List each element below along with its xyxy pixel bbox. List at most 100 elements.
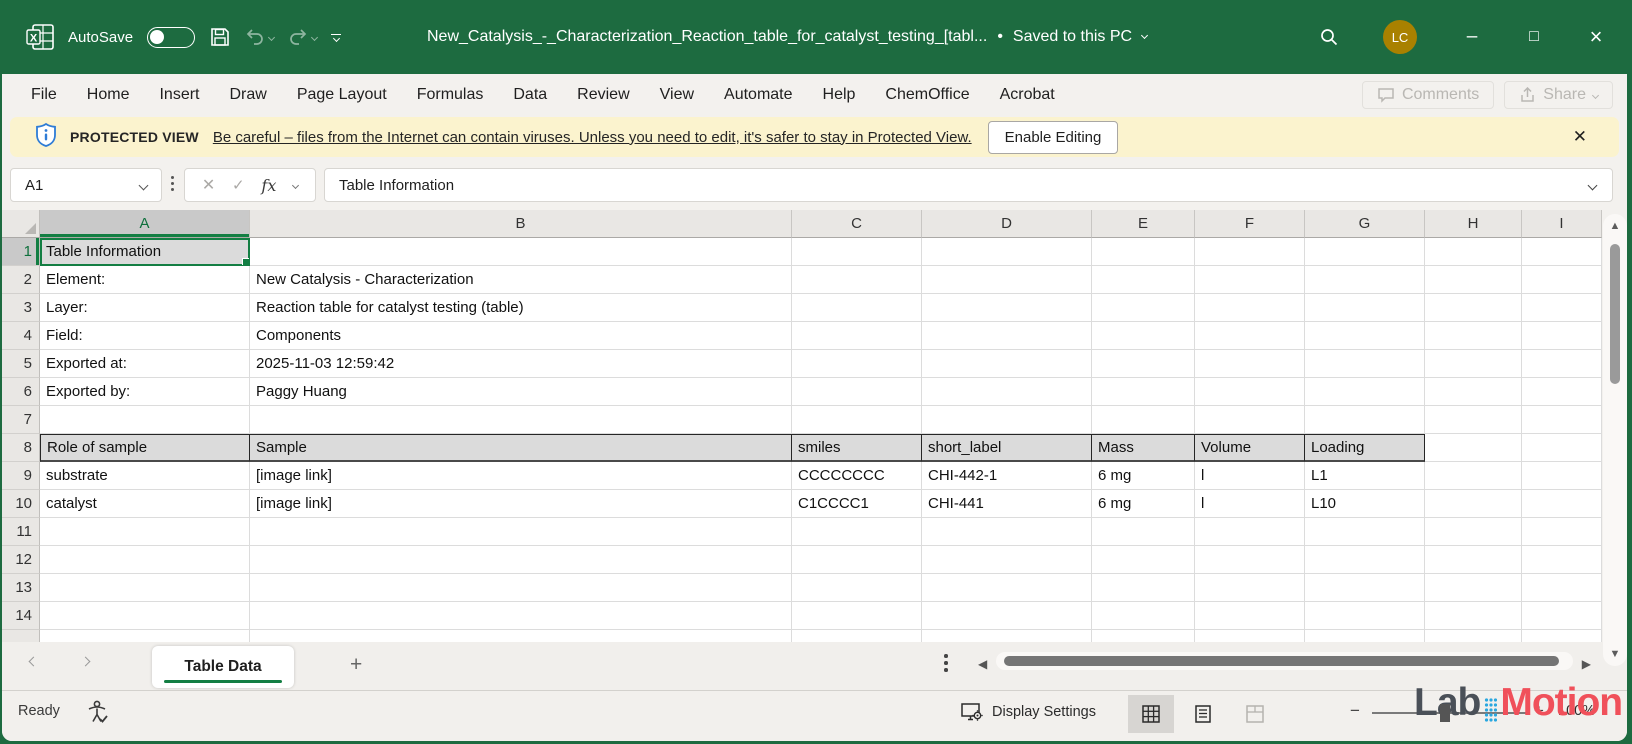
cell-F3[interactable] [1195, 294, 1305, 322]
row-header-13[interactable]: 13 [2, 574, 40, 602]
cell-B4[interactable]: Components [250, 322, 792, 350]
cell-D13[interactable] [922, 574, 1092, 602]
menu-tab-page-layout[interactable]: Page Layout [282, 74, 402, 116]
cell-H8[interactable] [1425, 434, 1522, 462]
cell-G3[interactable] [1305, 294, 1425, 322]
cell-G13[interactable] [1305, 574, 1425, 602]
cell-A8[interactable]: Role of sample [40, 434, 250, 462]
name-box-chevron-icon[interactable] [138, 180, 149, 190]
cell-E7[interactable] [1092, 406, 1195, 434]
hscroll-right-icon[interactable]: ▶ [1582, 657, 1591, 671]
cell-H13[interactable] [1425, 574, 1522, 602]
cell-H4[interactable] [1425, 322, 1522, 350]
cell-C13[interactable] [792, 574, 922, 602]
column-header-A[interactable]: A [40, 210, 250, 238]
cell-G2[interactable] [1305, 266, 1425, 294]
cell-I5[interactable] [1522, 350, 1602, 378]
row-header-1[interactable]: 1 [2, 238, 40, 266]
zoom-out-button[interactable]: − [1350, 701, 1360, 721]
comments-button[interactable]: Comments [1361, 81, 1495, 109]
cell-I4[interactable] [1522, 322, 1602, 350]
protected-view-link[interactable]: Be careful – files from the Internet can… [213, 129, 972, 146]
share-button[interactable]: Share [1504, 81, 1613, 109]
menu-tab-help[interactable]: Help [808, 74, 871, 116]
cell-H5[interactable] [1425, 350, 1522, 378]
cell-I[interactable] [1522, 630, 1602, 642]
cell-D1[interactable] [922, 238, 1092, 266]
cell-E9[interactable]: 6 mg [1092, 462, 1195, 490]
hscroll-left-icon[interactable]: ◀ [978, 657, 987, 671]
cell-G7[interactable] [1305, 406, 1425, 434]
cell-E13[interactable] [1092, 574, 1195, 602]
cell-A7[interactable] [40, 406, 250, 434]
menu-tab-review[interactable]: Review [562, 74, 644, 116]
cell-D7[interactable] [922, 406, 1092, 434]
cell-F14[interactable] [1195, 602, 1305, 630]
cell-A4[interactable]: Field: [40, 322, 250, 350]
menu-tab-draw[interactable]: Draw [214, 74, 281, 116]
add-sheet-button[interactable]: + [350, 653, 362, 677]
banner-close-icon[interactable]: ✕ [1573, 127, 1587, 147]
cell-I9[interactable] [1522, 462, 1602, 490]
page-break-view-button[interactable] [1232, 695, 1278, 733]
cell-H2[interactable] [1425, 266, 1522, 294]
page-layout-view-button[interactable] [1180, 695, 1226, 733]
cell-H12[interactable] [1425, 546, 1522, 574]
enter-icon[interactable]: ✓ [232, 176, 245, 194]
cell-C5[interactable] [792, 350, 922, 378]
formula-expand-icon[interactable] [1587, 180, 1598, 190]
menu-tab-data[interactable]: Data [498, 74, 562, 116]
cell-B14[interactable] [250, 602, 792, 630]
cell-B1[interactable] [250, 238, 792, 266]
next-sheet-icon[interactable] [80, 656, 91, 667]
redo-button[interactable] [288, 28, 319, 46]
avatar[interactable]: LC [1383, 20, 1417, 54]
cell-A11[interactable] [40, 518, 250, 546]
cell-F[interactable] [1195, 630, 1305, 642]
cell-G8[interactable]: Loading [1305, 434, 1425, 462]
cell-I13[interactable] [1522, 574, 1602, 602]
column-header-I[interactable]: I [1522, 210, 1602, 238]
row-header-7[interactable]: 7 [2, 406, 40, 434]
cell-D4[interactable] [922, 322, 1092, 350]
cell-G[interactable] [1305, 630, 1425, 642]
cell-A6[interactable]: Exported by: [40, 378, 250, 406]
cell-B8[interactable]: Sample [250, 434, 792, 462]
cell-B3[interactable]: Reaction table for catalyst testing (tab… [250, 294, 792, 322]
display-settings-button[interactable]: Display Settings [960, 701, 1096, 723]
minimize-button[interactable]: – [1441, 0, 1503, 74]
column-header-B[interactable]: B [250, 210, 792, 238]
cell-C11[interactable] [792, 518, 922, 546]
cell-C9[interactable]: CCCCCCCC [792, 462, 922, 490]
cell-A10[interactable]: catalyst [40, 490, 250, 518]
menu-tab-formulas[interactable]: Formulas [402, 74, 499, 116]
cell-I6[interactable] [1522, 378, 1602, 406]
cell-C8[interactable]: smiles [792, 434, 922, 462]
cell-A2[interactable]: Element: [40, 266, 250, 294]
cell-C7[interactable] [792, 406, 922, 434]
cell-F12[interactable] [1195, 546, 1305, 574]
menu-tab-insert[interactable]: Insert [144, 74, 214, 116]
cell-G12[interactable] [1305, 546, 1425, 574]
select-all-corner[interactable] [2, 210, 40, 238]
cell-F1[interactable] [1195, 238, 1305, 266]
horizontal-scrollbar[interactable] [996, 652, 1573, 670]
cell-E3[interactable] [1092, 294, 1195, 322]
cell-E[interactable] [1092, 630, 1195, 642]
column-header-H[interactable]: H [1425, 210, 1522, 238]
tab-scroll-handle[interactable] [944, 654, 948, 672]
cell-B13[interactable] [250, 574, 792, 602]
fx-chevron-icon[interactable] [292, 181, 300, 189]
cell-G9[interactable]: L1 [1305, 462, 1425, 490]
menu-tab-acrobat[interactable]: Acrobat [985, 74, 1070, 116]
prev-sheet-icon[interactable] [28, 656, 39, 667]
cell-E8[interactable]: Mass [1092, 434, 1195, 462]
cell-C2[interactable] [792, 266, 922, 294]
cell-C6[interactable] [792, 378, 922, 406]
cell-B6[interactable]: Paggy Huang [250, 378, 792, 406]
cell-G14[interactable] [1305, 602, 1425, 630]
cell-H3[interactable] [1425, 294, 1522, 322]
cell-F4[interactable] [1195, 322, 1305, 350]
cell-F11[interactable] [1195, 518, 1305, 546]
cell-I8[interactable] [1522, 434, 1602, 462]
